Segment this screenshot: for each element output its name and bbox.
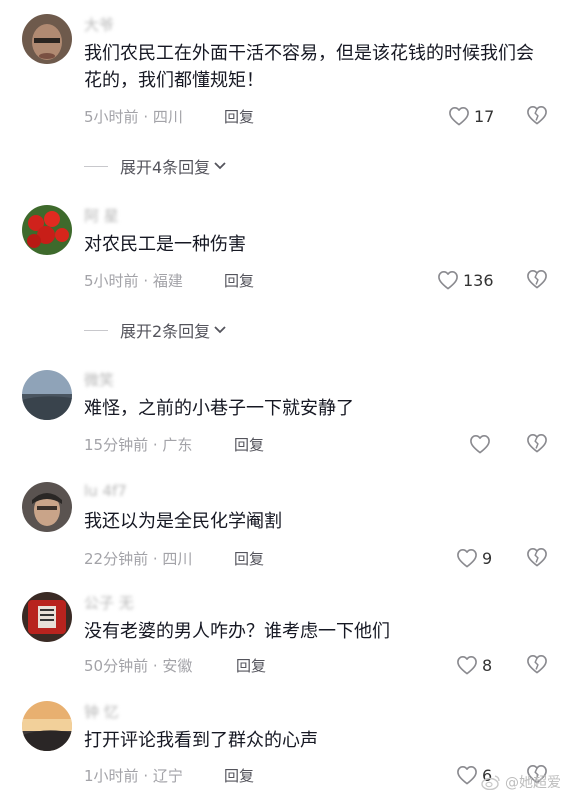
comment-location: 辽宁	[152, 767, 183, 785]
watermark: @她超爱	[481, 772, 561, 792]
comment-location: 福建	[152, 272, 183, 290]
avatar[interactable]	[22, 701, 72, 751]
heart-outline-icon	[457, 656, 477, 675]
comment-time: 5小时前	[84, 108, 139, 126]
username[interactable]: 阿 星	[84, 205, 119, 226]
username[interactable]: 微笑	[84, 369, 114, 390]
broken-heart-icon	[527, 270, 547, 289]
expand-label: 展开4条回复	[120, 158, 211, 177]
comment-meta: 5小时前 · 四川	[84, 106, 183, 127]
comment-text: 打开评论我看到了群众的心声	[84, 730, 318, 751]
meta-separator: ·	[138, 767, 153, 785]
dislike-button[interactable]	[526, 269, 548, 291]
dislike-button[interactable]	[526, 105, 548, 127]
comment-meta: 5小时前 · 福建	[84, 270, 183, 291]
dislike-button[interactable]	[526, 433, 548, 455]
like-button[interactable]: 136	[437, 269, 494, 291]
expand-label: 展开2条回复	[120, 322, 211, 341]
comment-location: 安徽	[162, 657, 193, 675]
comment-meta: 1小时前 · 辽宁	[84, 765, 183, 786]
like-count: 136	[463, 270, 494, 290]
broken-heart-icon	[527, 548, 547, 567]
comment-meta: 15分钟前 · 广东	[84, 434, 192, 455]
meta-separator: ·	[138, 272, 153, 290]
divider	[84, 165, 108, 167]
username[interactable]: 钟 忆	[84, 701, 119, 722]
comment-location: 四川	[162, 550, 193, 568]
avatar[interactable]	[22, 14, 72, 64]
meta-separator: ·	[148, 657, 163, 675]
reply-button[interactable]: 回复	[224, 765, 254, 786]
reply-button[interactable]: 回复	[234, 548, 264, 569]
reply-button[interactable]: 回复	[236, 655, 266, 676]
meta-separator: ·	[148, 550, 163, 568]
comment-location: 四川	[152, 108, 183, 126]
reply-button[interactable]: 回复	[224, 106, 254, 127]
meta-separator: ·	[138, 108, 153, 126]
heart-outline-icon	[457, 766, 477, 785]
comment-text: 我们农民工在外面干活不容易，但是该花钱的时候我们会花的，我们都懂规矩！	[84, 43, 534, 91]
chevron-down-icon	[214, 162, 226, 170]
avatar[interactable]	[22, 370, 72, 420]
username[interactable]: lu 4f7	[84, 482, 127, 500]
broken-heart-icon	[527, 655, 547, 674]
dislike-button[interactable]	[526, 547, 548, 569]
expand-replies[interactable]: 展开4条回复	[84, 154, 227, 178]
comment-time: 5小时前	[84, 272, 139, 290]
like-button[interactable]: 17	[448, 105, 494, 127]
comment-location: 广东	[162, 436, 193, 454]
expand-replies[interactable]: 展开2条回复	[84, 318, 227, 342]
heart-outline-icon	[449, 107, 469, 126]
avatar[interactable]	[22, 482, 72, 532]
like-count: 9	[482, 548, 493, 568]
heart-outline-icon	[470, 435, 490, 454]
like-count: 17	[474, 106, 495, 126]
comment-time: 22分钟前	[84, 550, 149, 568]
divider	[84, 329, 108, 331]
reply-button[interactable]: 回复	[234, 434, 264, 455]
weibo-logo-icon	[481, 775, 500, 790]
heart-outline-icon	[438, 271, 458, 290]
comment-time: 1小时前	[84, 767, 139, 785]
comment-time: 50分钟前	[84, 657, 149, 675]
broken-heart-icon	[527, 106, 547, 125]
like-button[interactable]: 9	[456, 547, 492, 569]
comment-meta: 22分钟前 · 四川	[84, 548, 192, 569]
comment-time: 15分钟前	[84, 436, 149, 454]
like-button[interactable]	[469, 433, 495, 455]
dislike-button[interactable]	[526, 654, 548, 676]
like-button[interactable]: 8	[456, 654, 492, 676]
username[interactable]: 公子 无	[84, 592, 134, 613]
like-count: 8	[482, 655, 493, 675]
meta-separator: ·	[148, 436, 163, 454]
heart-outline-icon	[457, 549, 477, 568]
avatar[interactable]	[22, 205, 72, 255]
watermark-text: @她超爱	[505, 775, 561, 791]
avatar[interactable]	[22, 592, 72, 642]
comment-text: 没有老婆的男人咋办？谁考虑一下他们	[84, 621, 390, 642]
username[interactable]: 大爷	[84, 14, 114, 35]
comment-meta: 50分钟前 · 安徽	[84, 655, 192, 676]
comment-text: 对农民工是一种伤害	[84, 234, 246, 255]
chevron-down-icon	[214, 326, 226, 334]
reply-button[interactable]: 回复	[224, 270, 254, 291]
broken-heart-icon	[527, 434, 547, 453]
comment-text: 我还以为是全民化学阉割	[84, 511, 282, 532]
comment-text: 难怪，之前的小巷子一下就安静了	[84, 398, 354, 419]
